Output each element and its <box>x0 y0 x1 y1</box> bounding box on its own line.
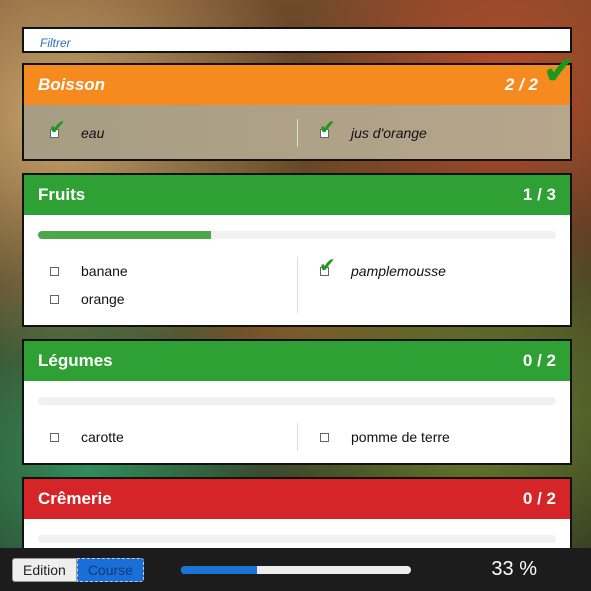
category-progress-bar <box>38 535 556 543</box>
category-header[interactable]: Boisson 2 / 2 ✔ <box>24 51 576 105</box>
category-progress-bar <box>38 397 556 405</box>
item-label: orange <box>81 291 125 307</box>
category-progress-bar <box>38 231 556 239</box>
edition-mode-button[interactable]: Edition <box>12 557 77 582</box>
category-body: carotte pomme de terre <box>24 381 570 463</box>
item-label: pomme de terre <box>351 429 450 445</box>
shopping-list: Filtrer Boisson 2 / 2 ✔ ✔ eau ✔ jus d'or… <box>22 27 576 587</box>
checkbox-icon[interactable]: ✔ <box>319 118 336 138</box>
check-icon: ✔ <box>319 254 336 277</box>
overall-percent: 33 % <box>491 558 537 580</box>
category-fruits: Fruits 1 / 3 banane orange ✔ pamplemouss… <box>22 173 572 327</box>
list-item[interactable]: ✔ jus d'orange <box>316 118 558 147</box>
category-title: Fruits <box>38 185 86 204</box>
footer-bar: Edition Course 33 % <box>0 548 591 591</box>
course-mode-button[interactable]: Course <box>76 557 144 582</box>
category-body: banane orange ✔ pamplemousse <box>24 215 570 325</box>
checkbox-icon[interactable] <box>320 432 329 442</box>
category-legumes: Légumes 0 / 2 carotte pomme de terre <box>22 339 572 465</box>
items-column-left: banane orange <box>36 257 297 313</box>
category-boisson: Boisson 2 / 2 ✔ ✔ eau ✔ jus d'orange <box>22 51 576 161</box>
list-item[interactable]: ✔ pamplemousse <box>316 256 558 285</box>
category-title: Légumes <box>38 351 113 370</box>
check-icon: ✔ <box>49 116 66 139</box>
category-count: 1 / 3 <box>522 185 556 204</box>
category-complete-check-icon: ✔ <box>542 49 576 93</box>
item-label: eau <box>81 125 105 141</box>
items-column-right: ✔ jus d'orange <box>297 118 558 147</box>
filter-input[interactable]: Filtrer <box>22 27 572 53</box>
category-count: 0 / 2 <box>522 489 556 508</box>
items-column-right: pomme de terre <box>297 423 558 451</box>
filter-placeholder: Filtrer <box>40 36 71 50</box>
category-header[interactable]: Légumes 0 / 2 <box>24 341 570 381</box>
check-icon: ✔ <box>319 116 336 139</box>
checkbox-icon[interactable] <box>50 432 59 442</box>
category-header[interactable]: Fruits 1 / 3 <box>24 175 570 215</box>
item-label: carotte <box>81 429 124 445</box>
category-progress-fill <box>38 231 211 239</box>
checkbox-icon[interactable] <box>50 266 59 276</box>
list-item[interactable]: ✔ eau <box>46 118 297 147</box>
category-count: 2 / 2 <box>504 75 538 94</box>
category-title: Boisson <box>38 75 106 94</box>
overall-progress-fill <box>180 565 257 574</box>
item-label: banane <box>81 263 128 279</box>
items-column-right: ✔ pamplemousse <box>297 256 558 313</box>
overall-progress-bar <box>180 565 411 574</box>
category-header[interactable]: Crêmerie 0 / 2 <box>24 479 570 519</box>
list-item[interactable]: banane <box>46 257 297 285</box>
checkbox-icon[interactable] <box>50 294 59 304</box>
items-column-left: carotte <box>36 423 297 451</box>
items-column-left: ✔ eau <box>36 118 297 147</box>
item-label: jus d'orange <box>351 125 427 141</box>
item-label: pamplemousse <box>351 263 446 279</box>
list-item[interactable]: pomme de terre <box>316 423 558 451</box>
list-item[interactable]: carotte <box>46 423 297 451</box>
category-title: Crêmerie <box>38 489 112 508</box>
list-item[interactable]: orange <box>46 285 297 313</box>
checkbox-icon[interactable]: ✔ <box>319 256 336 276</box>
checkbox-icon[interactable]: ✔ <box>49 118 66 138</box>
category-body: ✔ eau ✔ jus d'orange <box>24 105 570 159</box>
category-count: 0 / 2 <box>522 351 556 370</box>
